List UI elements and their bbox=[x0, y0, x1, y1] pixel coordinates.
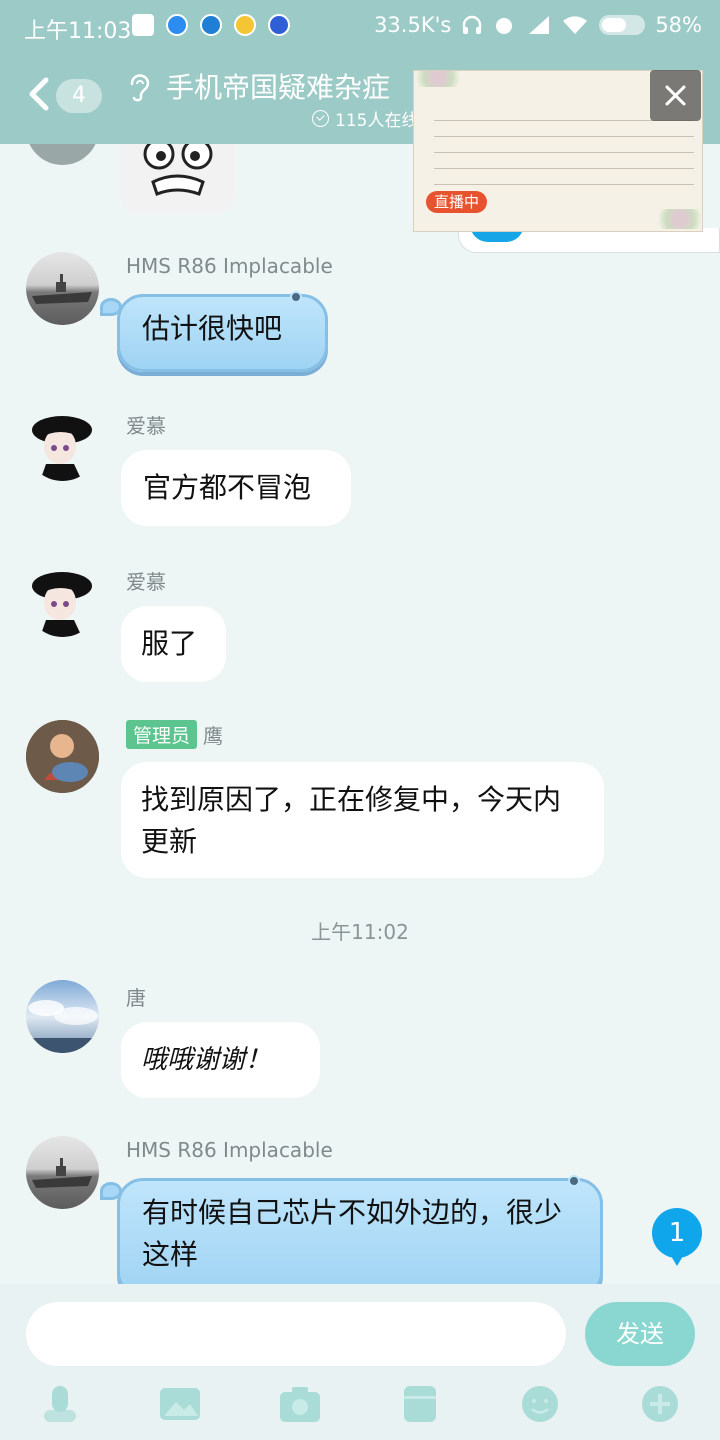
whale-eye-decoration bbox=[290, 291, 302, 303]
status-indicators: 33.5K's 58% bbox=[374, 13, 702, 37]
whale-tail-decoration bbox=[100, 298, 122, 316]
message-text: 官方都不冒泡 bbox=[143, 471, 312, 504]
message-bubble[interactable]: 官方都不冒泡 bbox=[121, 450, 351, 526]
messenger-notification-icon bbox=[166, 14, 188, 36]
network-speed: 33.5K's bbox=[374, 13, 452, 37]
message-text: 哦哦谢谢！ bbox=[141, 1045, 272, 1075]
group-title[interactable]: 手机帝国疑难杂症 bbox=[166, 66, 390, 106]
sender-name: 唐 bbox=[126, 982, 146, 1011]
status-time: 上午11:03 bbox=[24, 19, 132, 44]
sender-name-text: 爱慕 bbox=[126, 414, 166, 438]
check-circle-icon bbox=[312, 110, 329, 127]
sender-name-text: 鹰 bbox=[203, 724, 224, 748]
camera-icon[interactable] bbox=[278, 1384, 322, 1424]
ship-avatar-image bbox=[32, 274, 92, 304]
app-notification-icon bbox=[200, 14, 222, 36]
online-count[interactable]: 115人在线 bbox=[312, 106, 418, 131]
message-input[interactable] bbox=[26, 1302, 566, 1366]
chevron-left-icon bbox=[29, 77, 49, 111]
image-icon[interactable] bbox=[158, 1384, 202, 1424]
new-message-badge[interactable]: 1 bbox=[652, 1208, 702, 1266]
message-bubble[interactable]: 找到原因了，正在修复中，今天内更新 bbox=[121, 762, 604, 878]
battery-icon bbox=[599, 15, 646, 35]
avatar[interactable] bbox=[26, 144, 99, 165]
sticker-message[interactable] bbox=[119, 144, 235, 214]
sender-name: 管理员 鹰 bbox=[126, 720, 223, 749]
sender-name: 爱慕 bbox=[126, 410, 166, 439]
admin-badge: 管理员 bbox=[126, 720, 198, 749]
sender-name-text: HMS R86 Implacable bbox=[126, 1138, 333, 1162]
baby-avatar-image bbox=[26, 720, 99, 793]
message-text: 找到原因了，正在修复中，今天内更新 bbox=[141, 783, 562, 858]
sticker-face-image bbox=[119, 144, 235, 214]
avatar[interactable] bbox=[26, 720, 99, 793]
sender-name-text: HMS R86 Implacable bbox=[126, 254, 333, 278]
sender-name-text: 爱慕 bbox=[126, 570, 166, 594]
floral-decoration bbox=[650, 209, 702, 229]
message-timestamp: 上午11:02 bbox=[311, 920, 409, 944]
sender-name-text: 唐 bbox=[126, 986, 146, 1010]
whale-eye-decoration bbox=[568, 1175, 580, 1187]
avatar[interactable] bbox=[26, 408, 99, 481]
battery-percent: 58% bbox=[655, 13, 702, 37]
back-unread-count: 4 bbox=[56, 79, 102, 113]
file-icon[interactable] bbox=[398, 1384, 442, 1424]
message-text: 服了 bbox=[141, 627, 198, 660]
mic-icon[interactable] bbox=[38, 1384, 82, 1424]
message-bubble[interactable]: 估计很快吧 bbox=[117, 291, 328, 372]
floral-decoration bbox=[414, 71, 468, 87]
app2-notification-icon bbox=[268, 14, 290, 36]
message-bubble[interactable]: 有时候自己芯片不如外边的，很少这样 bbox=[117, 1175, 603, 1284]
avatar[interactable] bbox=[26, 1136, 99, 1209]
avatar[interactable] bbox=[26, 252, 99, 325]
sender-name: HMS R86 Implacable bbox=[126, 1138, 333, 1162]
message-bubble[interactable]: 哦哦谢谢！ bbox=[121, 1022, 320, 1098]
signal-icon bbox=[529, 16, 550, 34]
sender-name: HMS R86 Implacable bbox=[126, 254, 333, 278]
online-text: 115人在线 bbox=[335, 111, 419, 131]
status-bar: 上午11:03 33.5K's 58% bbox=[0, 0, 720, 52]
sender-name: 爱慕 bbox=[126, 566, 166, 595]
ship-avatar-image bbox=[32, 1158, 92, 1188]
live-status-tag: 直播中 bbox=[426, 191, 488, 213]
message-bubble[interactable]: 服了 bbox=[121, 606, 226, 682]
message-list[interactable]: HMS R86 Implacable 估计很快吧 爱慕 官方都不冒泡 爱慕 服了 bbox=[0, 144, 720, 1284]
message-text: 估计很快吧 bbox=[142, 312, 283, 345]
whale-tail-decoration bbox=[100, 1182, 122, 1200]
composer-bar: 发送 bbox=[0, 1284, 720, 1440]
listen-mode-icon[interactable] bbox=[126, 72, 152, 102]
sky-avatar-image bbox=[26, 1000, 99, 1053]
close-live-button[interactable] bbox=[650, 70, 701, 121]
avatar[interactable] bbox=[26, 564, 99, 637]
anime-boy-avatar-image bbox=[32, 416, 92, 481]
message-text: 有时候自己芯片不如外边的，很少这样 bbox=[142, 1196, 563, 1271]
mi-notification-icon bbox=[132, 14, 154, 36]
weibo-notification-icon bbox=[234, 14, 256, 36]
send-button[interactable]: 发送 bbox=[585, 1302, 695, 1366]
anime-boy-avatar-image bbox=[32, 572, 92, 637]
wifi-icon bbox=[563, 16, 588, 34]
plus-icon[interactable] bbox=[638, 1384, 682, 1424]
avatar[interactable] bbox=[26, 980, 99, 1053]
headphones-icon bbox=[463, 15, 482, 34]
emoji-icon[interactable] bbox=[518, 1384, 562, 1424]
alarm-icon bbox=[496, 18, 513, 34]
